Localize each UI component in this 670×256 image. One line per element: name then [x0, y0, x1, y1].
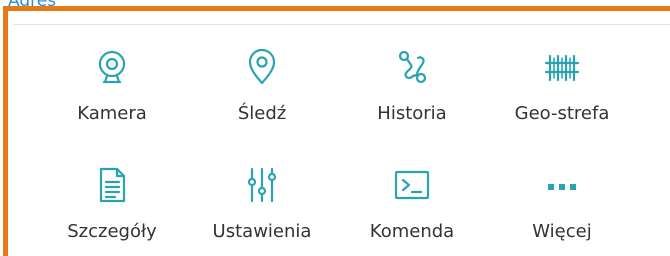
- menu-item-label: Komenda: [369, 221, 455, 242]
- fence-icon: [543, 48, 581, 86]
- menu-item-komenda[interactable]: Komenda: [337, 146, 487, 246]
- menu-grid: Kamera Śledź Historia Geo-strefa Szczegó…: [13, 28, 670, 246]
- menu-item-szczegoly[interactable]: Szczegóły: [37, 146, 187, 246]
- menu-item-label: Więcej: [532, 221, 592, 242]
- route-icon: [393, 48, 431, 86]
- camera-icon: [93, 48, 131, 86]
- menu-item-historia[interactable]: Historia: [337, 28, 487, 128]
- menu-item-label: Historia: [377, 103, 447, 124]
- menu-item-ustawienia[interactable]: Ustawienia: [187, 146, 337, 246]
- menu-item-geo-strefa[interactable]: Geo-strefa: [487, 28, 637, 128]
- sliders-icon: [243, 166, 281, 204]
- menu-item-wiecej[interactable]: Więcej: [487, 146, 637, 246]
- menu-item-label: Kamera: [77, 103, 147, 124]
- terminal-icon: [393, 166, 431, 204]
- menu-item-label: Ustawienia: [212, 221, 312, 242]
- menu-item-label: Śledź: [237, 103, 287, 124]
- menu-item-label: Szczegóły: [67, 221, 157, 242]
- more-icon: [543, 166, 581, 204]
- location-pin-icon: [243, 48, 281, 86]
- menu-item-kamera[interactable]: Kamera: [37, 28, 187, 128]
- document-icon: [93, 166, 131, 204]
- divider: [13, 24, 670, 25]
- menu-item-sledz[interactable]: Śledź: [187, 28, 337, 128]
- menu-item-label: Geo-strefa: [514, 103, 610, 124]
